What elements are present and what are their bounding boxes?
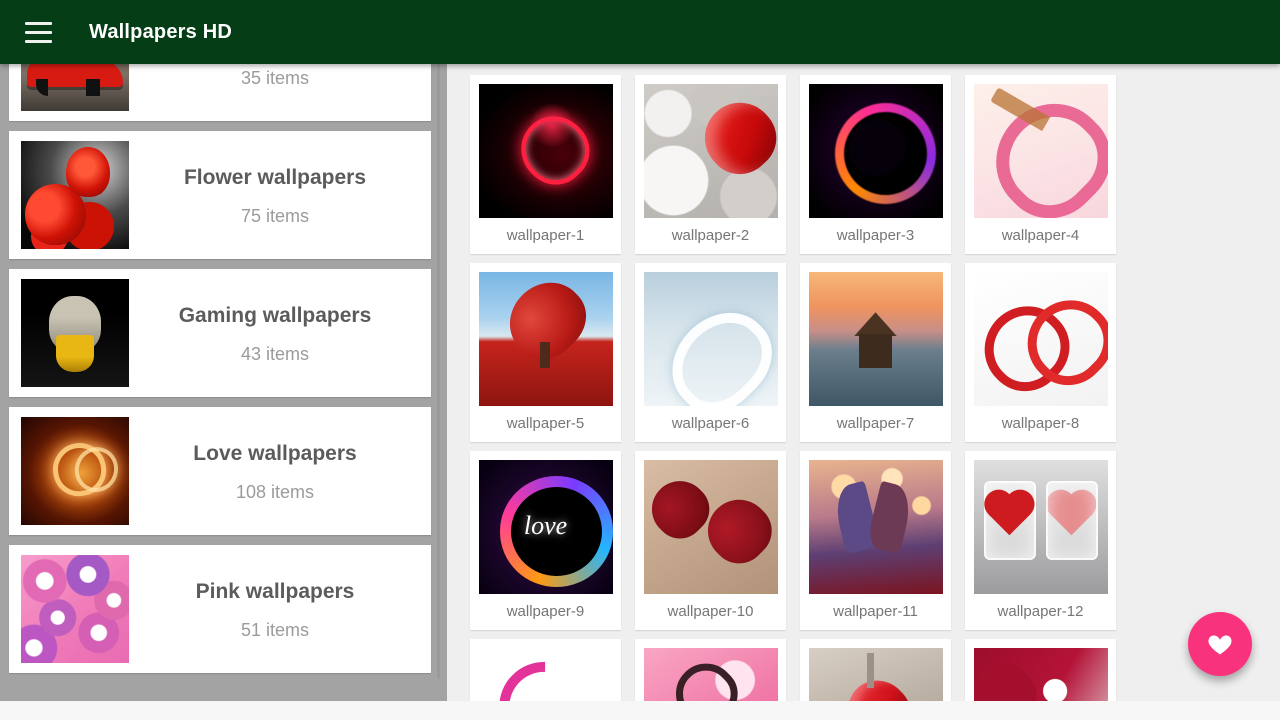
wallpaper-card[interactable]: wallpaper-7: [800, 263, 951, 442]
wallpaper-thumbnail[interactable]: [973, 84, 1108, 218]
app-screen: Wallpapers HD Car wallpapers35 items Flow…: [0, 0, 1280, 720]
wallpaper-thumbnail[interactable]: [478, 648, 613, 701]
category-title: Love wallpapers: [193, 441, 357, 465]
category-list-panel[interactable]: Car wallpapers35 items Flower wallpapers 7…: [0, 64, 440, 701]
category-scroll-container: Car wallpapers35 items Flower wallpapers 7…: [0, 64, 440, 683]
wallpaper-card[interactable]: wallpaper-16: [965, 639, 1116, 701]
wallpaper-label: wallpaper-2: [671, 227, 750, 244]
heart-shape-icon: [1050, 494, 1093, 536]
category-card[interactable]: Car wallpapers35 items: [9, 64, 431, 121]
wallpaper-label: wallpaper-11: [833, 603, 918, 620]
wallpaper-card[interactable]: wallpaper-11: [800, 451, 951, 630]
wallpaper-card[interactable]: love wallpaper-9: [470, 451, 621, 630]
category-thumbnail: [21, 141, 129, 249]
wallpaper-thumbnail[interactable]: [643, 272, 778, 406]
wallpaper-label: wallpaper-3: [836, 227, 915, 244]
wallpaper-card[interactable]: wallpaper-8: [965, 263, 1116, 442]
category-scrollbar[interactable]: [437, 64, 440, 701]
wallpaper-label: wallpaper-7: [836, 415, 915, 432]
category-title: Gaming wallpapers: [178, 303, 372, 327]
wallpaper-thumbnail[interactable]: [808, 272, 943, 406]
favorites-fab-button[interactable]: [1188, 612, 1252, 676]
category-text-block: Love wallpapers 108 items: [129, 438, 431, 505]
wallpaper-card[interactable]: wallpaper-10: [635, 451, 786, 630]
category-thumbnail: [21, 279, 129, 387]
wallpaper-label: wallpaper-1: [506, 227, 585, 244]
category-thumbnail: [21, 64, 129, 111]
heart-shape-icon: [988, 494, 1031, 536]
page-title: Wallpapers HD: [89, 20, 233, 43]
wallpaper-thumbnail[interactable]: [973, 460, 1108, 594]
wallpaper-thumbnail[interactable]: love: [478, 460, 613, 594]
wallpaper-overlay-text: love: [523, 510, 568, 540]
wallpaper-label: wallpaper-8: [1001, 415, 1080, 432]
category-text-block: Gaming wallpapers 43 items: [129, 300, 431, 367]
category-scrollbar-thumb[interactable]: [437, 64, 440, 679]
wallpaper-thumbnail[interactable]: [643, 84, 778, 218]
bottom-strip: [0, 701, 1280, 720]
category-title: Flower wallpapers: [183, 165, 367, 189]
wallpaper-card[interactable]: wallpaper-14: [635, 639, 786, 701]
wallpaper-thumbnail[interactable]: [808, 648, 943, 701]
wallpaper-card[interactable]: wallpaper-6: [635, 263, 786, 442]
wallpaper-card[interactable]: wallpaper-13: [470, 639, 621, 701]
wallpaper-thumbnail[interactable]: [808, 460, 943, 594]
category-text-block: Pink wallpapers 51 items: [129, 576, 431, 643]
wallpaper-thumbnail[interactable]: [643, 460, 778, 594]
wallpaper-card[interactable]: wallpaper-12: [965, 451, 1116, 630]
wallpaper-card[interactable]: wallpaper-2: [635, 75, 786, 254]
category-card[interactable]: Love wallpapers 108 items: [9, 407, 431, 535]
wallpaper-card[interactable]: wallpaper-1: [470, 75, 621, 254]
wallpaper-card[interactable]: wallpaper-3: [800, 75, 951, 254]
wallpaper-label: wallpaper-4: [1001, 227, 1080, 244]
wallpaper-label: wallpaper-6: [671, 415, 750, 432]
category-item-count: 51 items: [240, 619, 310, 640]
wallpaper-label: wallpaper-10: [667, 603, 754, 620]
hamburger-menu-icon[interactable]: [16, 10, 60, 54]
wallpaper-thumbnail[interactable]: [808, 84, 943, 218]
wallpaper-thumbnail[interactable]: [478, 84, 613, 218]
wallpaper-label: wallpaper-9: [506, 603, 585, 620]
content-area: Car wallpapers35 items Flower wallpapers 7…: [0, 64, 1280, 701]
wallpaper-card[interactable]: wallpaper-5: [470, 263, 621, 442]
wallpaper-grid-panel[interactable]: wallpaper-1 wallpaper-2 wallpaper-3 wallpap…: [447, 64, 1280, 701]
wallpaper-label: wallpaper-12: [997, 603, 1084, 620]
wallpaper-label: wallpaper-5: [506, 415, 585, 432]
wallpaper-thumbnail[interactable]: [478, 272, 613, 406]
category-thumbnail: [21, 555, 129, 663]
category-card[interactable]: Gaming wallpapers 43 items: [9, 269, 431, 397]
category-text-block: Car wallpapers35 items: [129, 64, 431, 91]
category-item-count: 75 items: [240, 205, 310, 226]
heart-icon: [1208, 635, 1232, 655]
wallpaper-card[interactable]: wallpaper-4: [965, 75, 1116, 254]
category-text-block: Flower wallpapers 75 items: [129, 162, 431, 229]
wallpaper-grid: wallpaper-1 wallpaper-2 wallpaper-3 wallpap…: [447, 64, 1280, 701]
app-bar: Wallpapers HD: [0, 0, 1280, 64]
wallpaper-thumbnail[interactable]: [643, 648, 778, 701]
category-item-count: 43 items: [240, 343, 310, 364]
wallpaper-card[interactable]: wallpaper-15: [800, 639, 951, 701]
category-title: Pink wallpapers: [195, 579, 355, 603]
wallpaper-thumbnail[interactable]: [973, 272, 1108, 406]
category-item-count: 108 items: [235, 481, 315, 502]
category-thumbnail: [21, 417, 129, 525]
category-card[interactable]: Pink wallpapers 51 items: [9, 545, 431, 673]
category-item-count: 35 items: [240, 67, 310, 88]
category-card[interactable]: Flower wallpapers 75 items: [9, 131, 431, 259]
wallpaper-thumbnail[interactable]: [973, 648, 1108, 701]
